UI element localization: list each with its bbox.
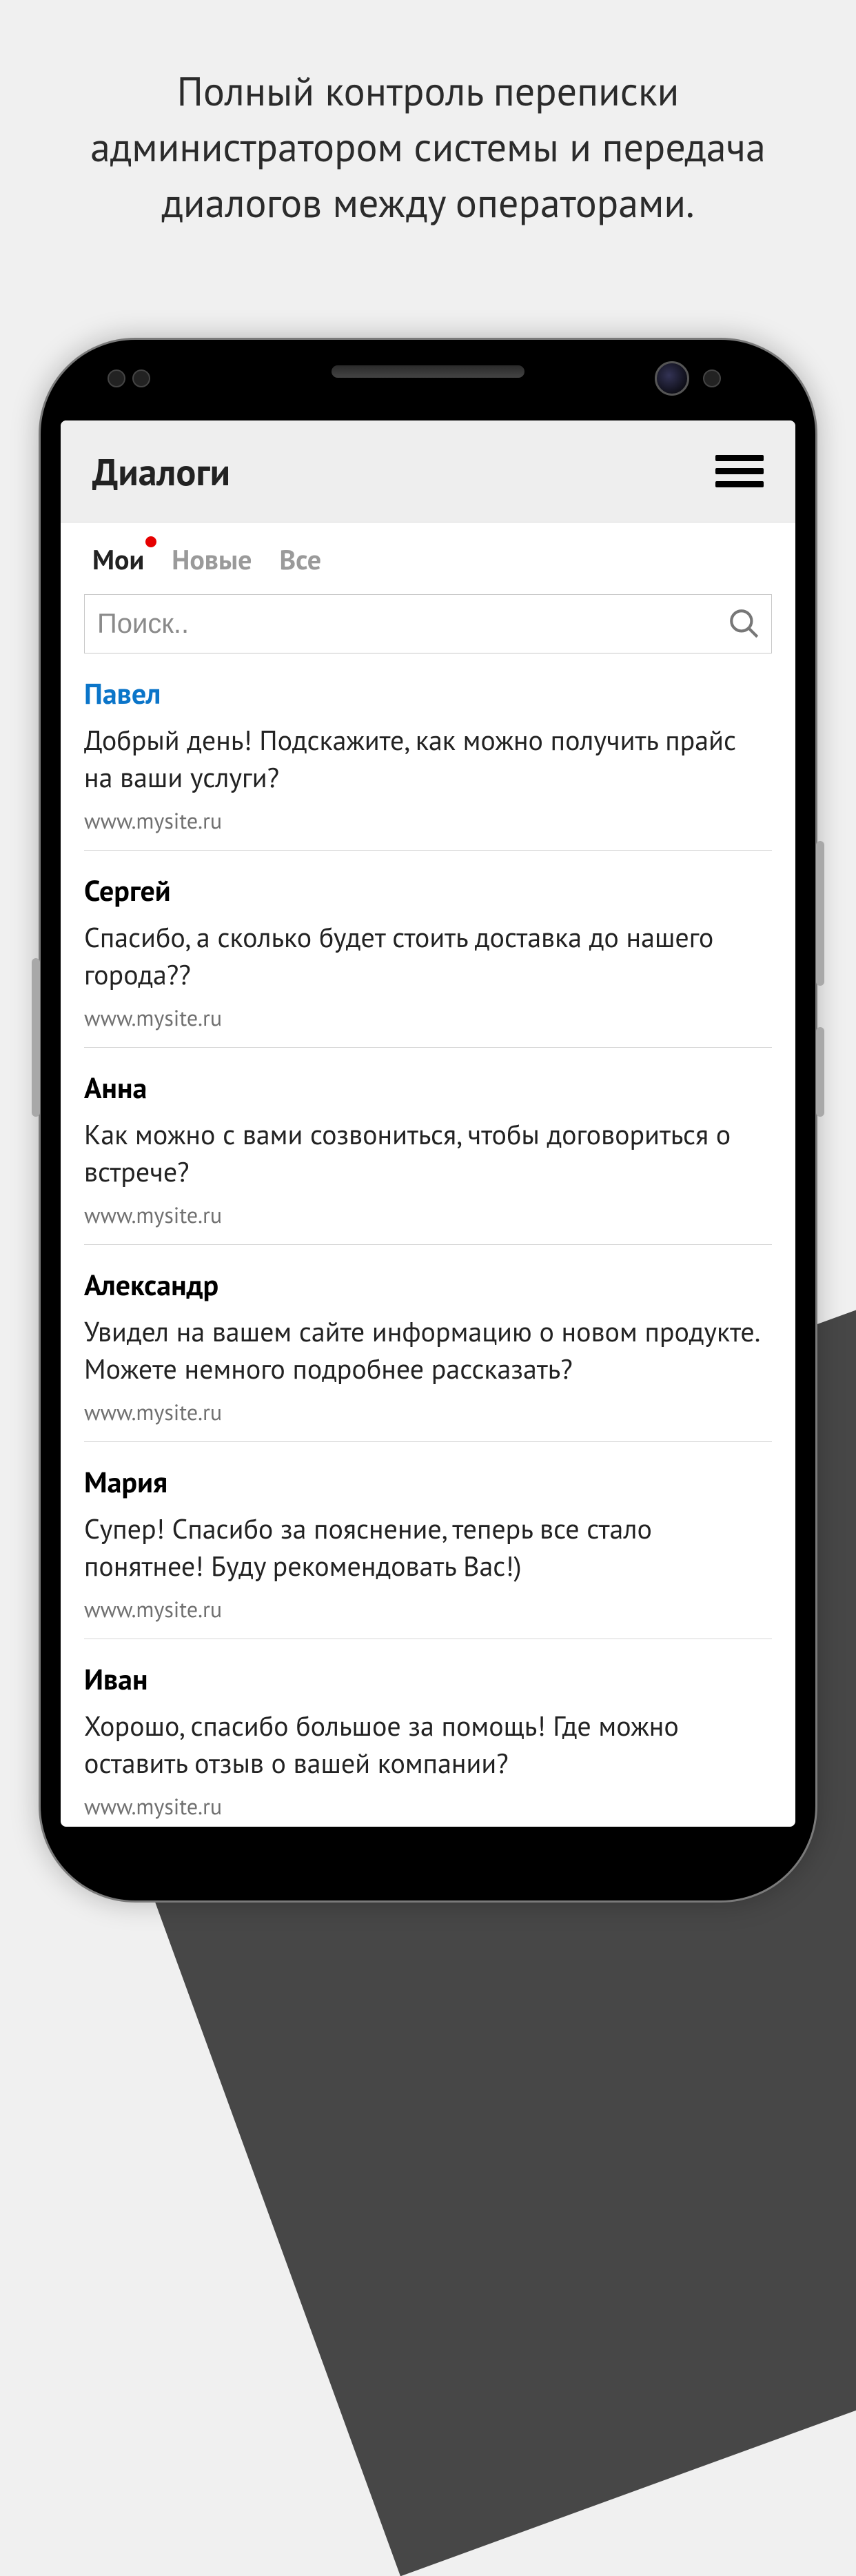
sensor-dot-icon <box>132 369 150 387</box>
menu-button[interactable] <box>715 448 764 494</box>
dialog-source-site: www.mysite.ru <box>84 1003 772 1032</box>
dialog-contact-name: Мария <box>84 1463 772 1501</box>
dialog-contact-name: Анна <box>84 1068 772 1106</box>
tab-label: Мои <box>92 542 144 578</box>
dialog-contact-name: Иван <box>84 1660 772 1698</box>
device-frame: Диалоги Мои Новые Все Павел Добрый день! … <box>39 338 817 1903</box>
search-box[interactable] <box>84 594 772 653</box>
power-button <box>816 841 824 986</box>
tab-all[interactable]: Все <box>279 542 321 578</box>
search-input[interactable] <box>97 609 727 640</box>
notification-badge-icon <box>145 536 156 547</box>
app-header: Диалоги <box>61 420 795 523</box>
dialog-preview-text: Спасибо, а сколько будет стоить доставка… <box>84 919 772 993</box>
dialog-source-site: www.mysite.ru <box>84 806 772 835</box>
proximity-sensors <box>108 369 150 387</box>
dialog-item[interactable]: Мария Супер! Спасибо за пояснение, теперь… <box>84 1442 772 1639</box>
page-title: Диалоги <box>92 447 230 496</box>
dialog-preview-text: Хорошо, спасибо большое за помощь! Где м… <box>84 1707 772 1782</box>
hamburger-line-icon <box>715 455 764 461</box>
tab-bar: Мои Новые Все <box>61 523 795 586</box>
app-screen: Диалоги Мои Новые Все Павел Добрый день! … <box>61 420 795 1827</box>
marketing-caption: Полный контроль переписки администраторо… <box>0 63 856 232</box>
dialog-item[interactable]: Анна Как можно с вами созвониться, чтобы … <box>84 1048 772 1245</box>
hamburger-line-icon <box>715 481 764 487</box>
dialog-source-site: www.mysite.ru <box>84 1792 772 1821</box>
dialog-item[interactable]: Сергей Спасибо, а сколько будет стоить до… <box>84 851 772 1048</box>
tab-my[interactable]: Мои <box>92 542 144 578</box>
dialog-item[interactable]: Иван Хорошо, спасибо большое за помощь! Г… <box>84 1639 772 1827</box>
dialog-source-site: www.mysite.ru <box>84 1200 772 1229</box>
dialog-item[interactable]: Павел Добрый день! Подскажите, как можно … <box>84 653 772 851</box>
front-camera-icon <box>655 361 689 396</box>
dialog-contact-name: Александр <box>84 1266 772 1304</box>
dialog-preview-text: Добрый день! Подскажите, как можно получ… <box>84 722 772 796</box>
dialog-preview-text: Увидел на вашем сайте информацию о новом… <box>84 1313 772 1388</box>
dialog-item[interactable]: Александр Увидел на вашем сайте информаци… <box>84 1245 772 1442</box>
dialog-contact-name: Павел <box>84 674 772 712</box>
dialog-list: Павел Добрый день! Подскажите, как можно … <box>61 653 795 1827</box>
tab-new[interactable]: Новые <box>172 542 252 578</box>
hamburger-line-icon <box>715 468 764 474</box>
sensor-dot-icon <box>108 369 125 387</box>
dialog-preview-text: Супер! Спасибо за пояснение, теперь все … <box>84 1510 772 1585</box>
speaker-icon <box>332 365 524 378</box>
dialog-preview-text: Как можно с вами созвониться, чтобы дого… <box>84 1116 772 1190</box>
sensor-dot-icon <box>703 369 721 387</box>
camera-cluster <box>655 361 721 396</box>
dialog-contact-name: Сергей <box>84 871 772 909</box>
dialog-source-site: www.mysite.ru <box>84 1397 772 1426</box>
volume-button <box>32 958 40 1117</box>
side-button <box>816 1027 824 1117</box>
search-icon <box>727 607 762 641</box>
dialog-source-site: www.mysite.ru <box>84 1594 772 1623</box>
